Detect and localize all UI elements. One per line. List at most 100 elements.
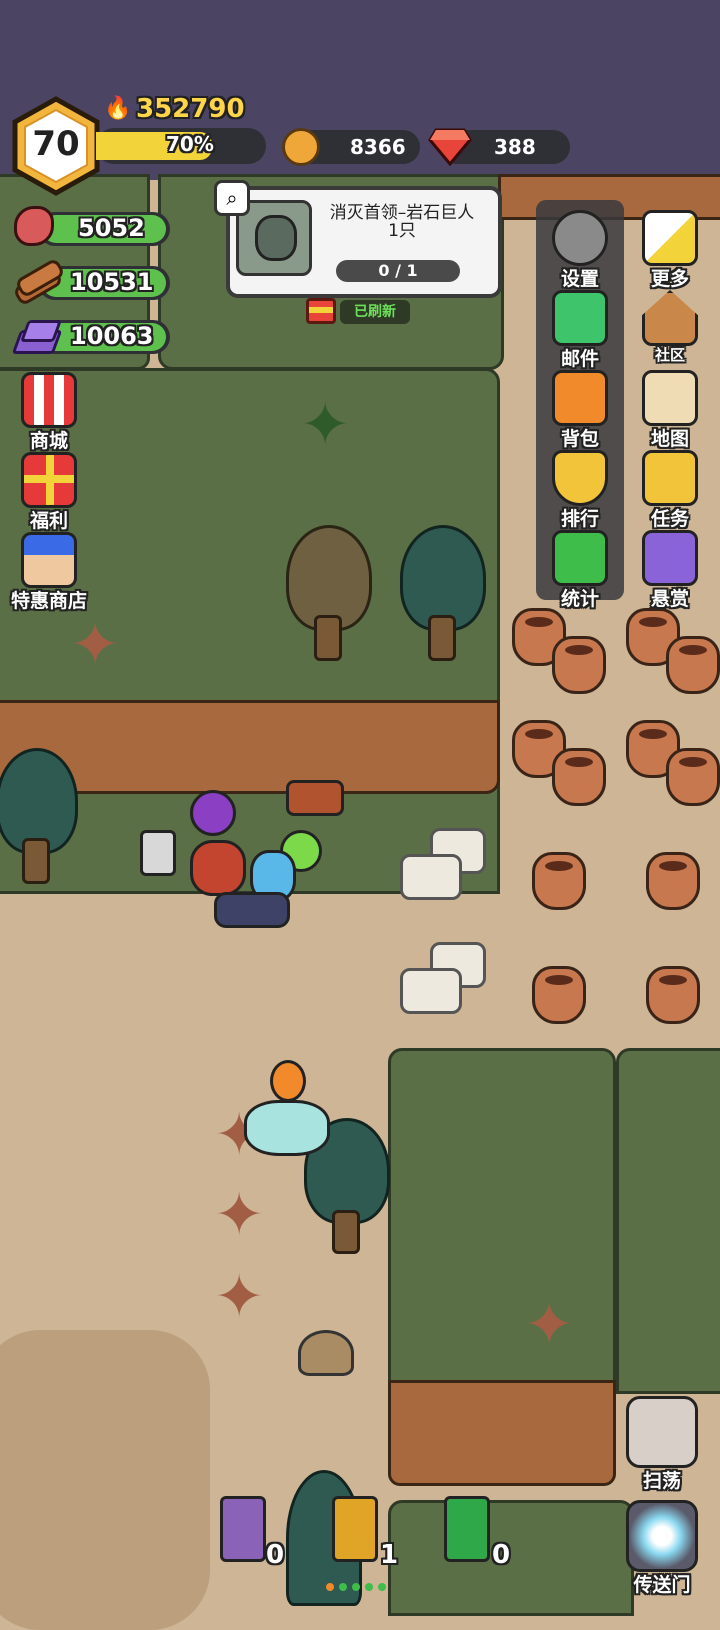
dry-bush: ✦ [524, 1290, 575, 1360]
mail-icon [552, 290, 608, 346]
stats-book-icon [552, 530, 608, 586]
quest-label: 任务 [650, 508, 689, 530]
page-dots [326, 1576, 396, 1591]
clay-pot[interactable] [646, 852, 700, 910]
sweep-button[interactable]: 扫荡 [622, 1396, 702, 1493]
ore-value: 10063 [70, 322, 154, 350]
hero-squad[interactable] [130, 780, 350, 950]
clay-pot[interactable] [646, 966, 700, 1024]
gold-coin-icon [282, 128, 320, 166]
stone-pile[interactable] [400, 828, 486, 918]
wood-icon [12, 257, 66, 307]
backpack-label: 背包 [560, 428, 599, 450]
portal-icon [626, 1500, 698, 1572]
heal-book-icon[interactable] [444, 1496, 490, 1562]
wood-value: 10531 [70, 268, 154, 296]
special-shop-label: 特惠商店 [10, 590, 87, 612]
sweep-label: 扫荡 [642, 1470, 681, 1492]
stats-label: 统计 [560, 588, 599, 610]
quest-panel[interactable]: 消灭首领–岩石巨人 1只 0 / 1 [226, 186, 502, 298]
dry-bush: ✦ [214, 1262, 265, 1332]
settings-button[interactable]: 设置 [545, 210, 615, 291]
power-value: 352790 [136, 94, 245, 124]
tree [286, 525, 372, 661]
map-button[interactable]: 地图 [635, 370, 705, 451]
fire-book-count: 1 [380, 1540, 399, 1570]
lightning-book-count: 0 [266, 1540, 285, 1570]
mail-button[interactable]: 邮件 [545, 290, 615, 371]
ranking-button[interactable]: 排行 [545, 450, 615, 531]
cliff-edge [388, 1380, 616, 1486]
backpack-icon [552, 370, 608, 426]
more-button[interactable]: 更多 [635, 210, 705, 291]
grass-plateau [388, 1048, 616, 1384]
bounty-icon [642, 530, 698, 586]
bounty-button[interactable]: 悬赏 [635, 530, 705, 611]
house-icon [642, 290, 698, 346]
settings-label: 设置 [560, 268, 599, 290]
companion-creature[interactable] [220, 1060, 330, 1160]
tree [0, 748, 80, 884]
gem-value: 388 [494, 135, 536, 159]
gear-icon [552, 210, 608, 266]
chest-icon [306, 298, 336, 324]
meat-icon [14, 206, 54, 246]
sword-icon [626, 1396, 698, 1468]
welfare-label: 福利 [29, 510, 68, 532]
backpack-button[interactable]: 背包 [545, 370, 615, 451]
magnifier-icon[interactable]: ⌕ [214, 180, 250, 216]
mushroom [298, 1330, 354, 1376]
shop-icon [21, 372, 77, 428]
gold-value: 8366 [350, 135, 406, 159]
community-label: 社区 [654, 346, 685, 364]
grass-plateau [616, 1048, 720, 1394]
exp-percent: 70% [166, 132, 214, 156]
stats-button[interactable]: 统计 [545, 530, 615, 611]
clay-pot[interactable] [532, 966, 586, 1024]
quest-button[interactable]: 任务 [635, 450, 705, 531]
portal-button[interactable]: 传送门 [622, 1500, 702, 1597]
clay-pot[interactable] [552, 636, 606, 694]
level-badge[interactable]: 70 [12, 96, 100, 196]
sand-patch [0, 1330, 210, 1630]
stone-pile[interactable] [400, 942, 486, 1032]
quest-title-line2: 1只 [388, 221, 416, 241]
clay-pot[interactable] [666, 748, 720, 806]
refresh-status: 已刷新 [340, 300, 410, 324]
special-shop-button[interactable]: 特惠商店 [4, 532, 94, 613]
special-shop-icon [21, 532, 77, 588]
more-icon [642, 210, 698, 266]
welfare-button[interactable]: 福利 [14, 452, 84, 533]
lightning-book-icon[interactable] [220, 1496, 266, 1562]
map-label: 地图 [650, 428, 689, 450]
quest-title-line1: 消灭首领–岩石巨人 [329, 203, 475, 223]
clay-pot[interactable] [666, 636, 720, 694]
ore-icon [11, 316, 63, 354]
mail-label: 邮件 [560, 348, 599, 370]
fern-plant: ✦ [300, 390, 351, 460]
clay-pot[interactable] [552, 748, 606, 806]
flame-icon: 🔥 [104, 96, 132, 121]
quest-progress: 0 / 1 [336, 260, 460, 282]
quest-title: 消灭首领–岩石巨人 1只 [314, 204, 490, 240]
gift-icon [21, 452, 77, 508]
meat-value: 5052 [78, 214, 145, 242]
tree [400, 525, 486, 661]
clay-pot[interactable] [532, 852, 586, 910]
community-button[interactable]: 社区 [635, 290, 705, 365]
heal-book-count: 0 [492, 1540, 511, 1570]
more-label: 更多 [650, 268, 689, 290]
quest-scroll-icon [642, 450, 698, 506]
exp-bar: 70% [96, 128, 266, 164]
shop-button[interactable]: 商城 [14, 372, 84, 453]
ruby-icon [428, 126, 472, 170]
meat-counter[interactable]: 5052 [38, 212, 170, 246]
bounty-label: 悬赏 [650, 588, 689, 610]
dry-bush: ✦ [214, 1180, 265, 1250]
portal-label: 传送门 [633, 1574, 691, 1596]
map-icon [642, 370, 698, 426]
level-number: 70 [32, 124, 80, 164]
fire-book-icon[interactable] [332, 1496, 378, 1562]
ranking-label: 排行 [560, 508, 599, 530]
dry-bush: ✦ [70, 610, 121, 680]
